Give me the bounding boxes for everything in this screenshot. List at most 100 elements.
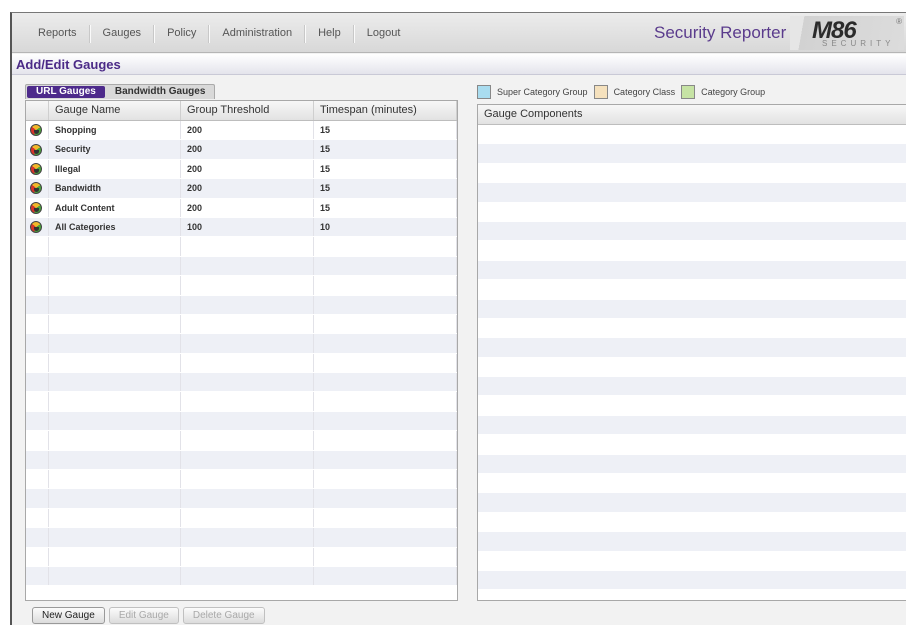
empty-row [478, 435, 906, 455]
timespan-cell [314, 489, 457, 508]
timespan-cell [314, 508, 457, 528]
table-row[interactable]: Adult Content 200 15 [26, 198, 457, 218]
gauge-icon [30, 201, 42, 214]
legend-swatch-category-class [593, 85, 608, 99]
timespan-cell [314, 547, 457, 566]
gauge-name-cell [49, 237, 181, 256]
timespan-cell: 15 [314, 159, 457, 179]
empty-row [478, 164, 906, 184]
threshold-cell [181, 411, 314, 431]
empty-row [26, 392, 457, 412]
menu-help[interactable]: Help [305, 25, 354, 43]
empty-row [478, 125, 906, 145]
threshold-cell [181, 276, 314, 295]
empty-row [26, 373, 457, 393]
gauge-name-cell [49, 528, 181, 547]
threshold-cell [181, 237, 314, 256]
page-title-bar: Add/Edit Gauges [12, 54, 906, 75]
threshold-cell [181, 392, 314, 411]
gauge-icon [30, 143, 42, 156]
gauge-name-cell: Security [49, 140, 181, 159]
page-title: Add/Edit Gauges [16, 57, 121, 72]
timespan-cell [314, 295, 457, 314]
empty-row [26, 411, 457, 432]
icon-cell [26, 470, 49, 489]
empty-row [478, 377, 906, 397]
icon-cell [26, 237, 49, 256]
m86-logo: M86 SECURITY ® [790, 16, 904, 50]
column-timespan[interactable]: Timespan (minutes) [314, 101, 457, 120]
legend-swatch-super-category-group [477, 85, 491, 99]
icon-cell [26, 528, 49, 547]
icon-cell [26, 373, 49, 392]
icon-column-header [26, 101, 49, 120]
table-row[interactable]: Security 200 15 [26, 140, 457, 160]
tab-bandwidth-gauges[interactable]: Bandwidth Gauges [106, 85, 215, 99]
timespan-cell [314, 314, 457, 334]
table-row[interactable]: Bandwidth 200 15 [26, 179, 457, 199]
menu-gauges[interactable]: Gauges [89, 25, 155, 43]
timespan-cell [314, 470, 457, 489]
icon-cell [26, 489, 49, 508]
empty-row [478, 144, 906, 164]
delete-gauge-button[interactable]: Delete Gauge [182, 607, 265, 624]
threshold-cell [181, 373, 314, 392]
icon-cell [26, 508, 49, 528]
threshold-cell [181, 528, 314, 547]
threshold-cell [181, 547, 314, 566]
gauge-icon [30, 221, 42, 234]
empty-row [478, 338, 906, 358]
gauge-name-cell [49, 547, 181, 566]
threshold-cell: 200 [181, 198, 314, 217]
gauge-name-cell: Illegal [49, 159, 181, 179]
icon-cell [26, 431, 49, 450]
empty-row [478, 532, 906, 552]
gauge-name-cell [49, 470, 181, 489]
timespan-cell: 15 [314, 121, 457, 140]
menu-logout[interactable]: Logout [353, 25, 413, 43]
gauge-name-cell [49, 489, 181, 508]
timespan-cell [314, 528, 457, 547]
icon-cell [26, 198, 49, 217]
gauges-table-body: Shopping 200 15 Security 200 15 Illegal 200 15 Ba… [26, 121, 457, 587]
icon-cell [26, 295, 49, 314]
timespan-cell: 15 [314, 140, 457, 159]
gauge-name-cell [49, 353, 181, 373]
icon-cell [26, 217, 49, 237]
column-gauge-name[interactable]: Gauge Name [49, 101, 181, 120]
new-gauge-button[interactable]: New Gauge [32, 607, 105, 624]
app-title: Security Reporter [654, 23, 787, 42]
icon-cell [26, 392, 49, 411]
empty-row [26, 237, 457, 257]
gauge-name-cell [49, 508, 181, 528]
empty-row [26, 470, 457, 490]
empty-row [26, 431, 457, 451]
app-frame: Reports Gauges Policy Administration Hel… [10, 12, 906, 625]
threshold-cell [181, 431, 314, 450]
menu-reports[interactable]: Reports [26, 25, 90, 43]
menu-administration[interactable]: Administration [209, 25, 306, 43]
edit-gauge-button[interactable]: Edit Gauge [108, 607, 179, 624]
table-row[interactable]: All Categories 100 10 [26, 217, 457, 238]
threshold-cell: 100 [181, 217, 314, 237]
empty-row [478, 299, 906, 319]
empty-row [478, 241, 906, 261]
gauge-name-cell: Shopping [49, 121, 181, 140]
gauge-components-body [478, 125, 906, 591]
table-row[interactable]: Shopping 200 15 [26, 121, 457, 141]
gauge-name-cell [49, 334, 181, 353]
timespan-cell: 10 [314, 217, 457, 237]
empty-row [478, 203, 906, 222]
menu-policy[interactable]: Policy [154, 25, 210, 43]
threshold-cell [181, 470, 314, 489]
gauge-icon [30, 162, 42, 175]
tab-url-gauges[interactable]: URL Gauges [27, 86, 105, 98]
empty-row [478, 358, 906, 378]
gauge-components-table: Gauge Components [477, 104, 906, 601]
timespan-cell [314, 237, 457, 256]
column-group-threshold[interactable]: Group Threshold [181, 101, 314, 120]
icon-cell [26, 121, 49, 140]
empty-row [478, 570, 906, 591]
gauge-name-cell [49, 314, 181, 334]
table-row[interactable]: Illegal 200 15 [26, 159, 457, 180]
